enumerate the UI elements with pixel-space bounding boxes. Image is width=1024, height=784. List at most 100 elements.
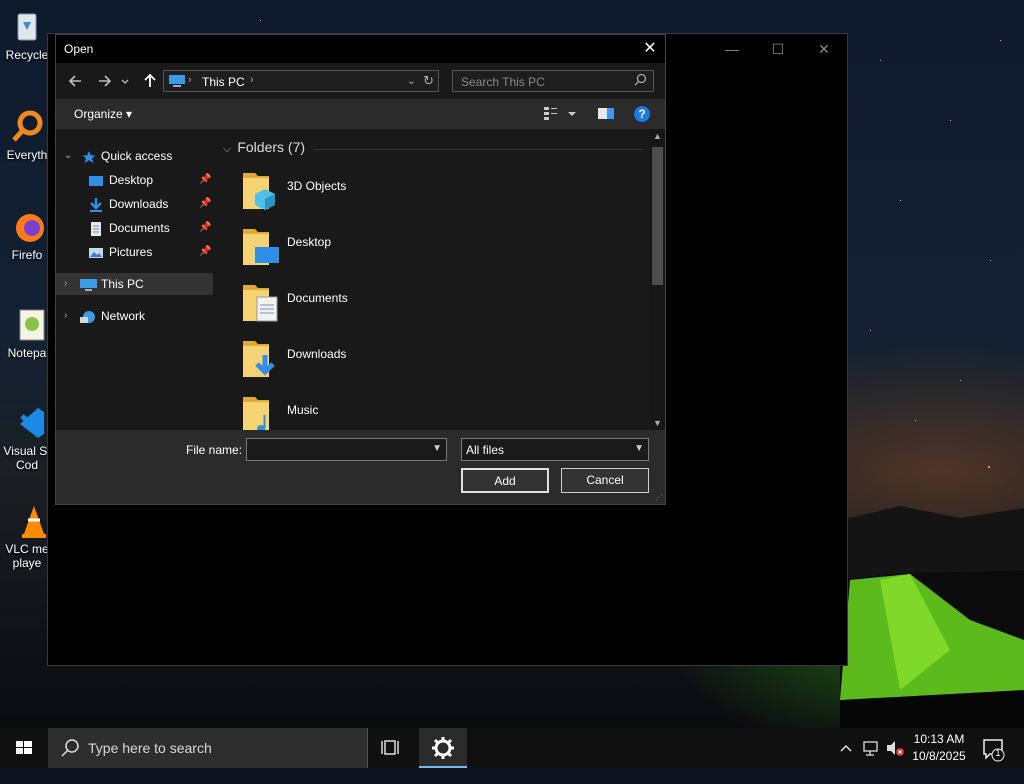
- vlc-cone-icon: [8, 502, 46, 540]
- pin-icon[interactable]: 📌: [199, 193, 211, 215]
- desktop-icon-vlc[interactable]: VLC me playe: [0, 502, 54, 570]
- download-arrow-icon: [89, 197, 103, 212]
- nav-item-pictures[interactable]: Pictures 📌: [56, 241, 213, 263]
- add-button[interactable]: Add: [461, 468, 549, 493]
- folder-label: Desktop: [287, 235, 332, 249]
- chevron-down-icon[interactable]: ▼: [432, 443, 442, 454]
- minimize-button[interactable]: —: [709, 34, 755, 64]
- help-icon[interactable]: ?: [634, 106, 650, 122]
- search-icon: [634, 73, 647, 89]
- taskbar-search-box[interactable]: Type here to search: [48, 728, 368, 768]
- nav-item-desktop[interactable]: Desktop 📌: [56, 169, 213, 191]
- search-box[interactable]: [452, 70, 654, 92]
- file-list: ⌵ Folders (7) 3D Objects Desktop Document…: [213, 129, 650, 430]
- organize-button[interactable]: Organize ▾: [74, 107, 132, 121]
- pin-icon[interactable]: 📌: [199, 241, 211, 263]
- folder-item-music[interactable]: Music: [241, 393, 621, 430]
- change-view-icon[interactable]: [542, 105, 560, 121]
- show-hidden-icons-chevron-icon[interactable]: [836, 728, 856, 768]
- taskbar: Type here to search 10:13 AM 10/8/2025 1: [0, 728, 1024, 768]
- resize-grip-icon[interactable]: ⋰: [655, 493, 663, 502]
- vertical-scrollbar[interactable]: ▲ ▼: [650, 129, 665, 430]
- collapse-chevron-icon[interactable]: ⌵: [223, 143, 231, 155]
- documents-folder-icon: [243, 285, 278, 322]
- desktop-icon-label: Everyth: [6, 148, 48, 162]
- collapsed-chevron-icon[interactable]: ›: [64, 273, 67, 295]
- scroll-up-icon[interactable]: ▲: [650, 129, 665, 143]
- desktop-icon-label: VLC me: [5, 542, 49, 556]
- file-type-select[interactable]: All files ▼: [461, 438, 649, 461]
- desktop-icon-label: Notepa: [7, 346, 47, 360]
- this-pc-icon: [169, 75, 185, 87]
- search-icon: [61, 739, 79, 757]
- dialog-close-button[interactable]: ✕: [635, 35, 665, 63]
- pin-icon[interactable]: 📌: [199, 169, 211, 191]
- folder-label: Documents: [287, 291, 348, 305]
- star-icon: [82, 149, 96, 163]
- address-dropdown-icon[interactable]: ⌄: [407, 74, 416, 87]
- nav-item-documents[interactable]: Documents 📌: [56, 217, 213, 239]
- folder-label: Downloads: [287, 347, 347, 361]
- taskbar-search-placeholder: Type here to search: [88, 740, 212, 756]
- forward-arrow-icon[interactable]: [94, 71, 114, 91]
- volume-muted-icon[interactable]: [884, 728, 906, 768]
- breadcrumb-this-pc[interactable]: This PC: [202, 75, 245, 89]
- desktop-icon-everything[interactable]: Everyth: [0, 108, 54, 162]
- folder-item-desktop[interactable]: Desktop: [241, 225, 621, 273]
- desktop-icon-label: Visual St: [3, 444, 51, 458]
- up-arrow-icon[interactable]: [140, 71, 160, 91]
- desktop-icon-label: Firefo: [11, 248, 43, 262]
- system-clock[interactable]: 10:13 AM 10/8/2025: [906, 731, 972, 765]
- open-file-dialog: Open ✕ › This PC › ⌄ ↻ Search This PC Or…: [55, 34, 666, 505]
- collapsed-chevron-icon[interactable]: ›: [64, 305, 67, 327]
- tent-landscape: [840, 506, 1024, 728]
- folder-item-documents[interactable]: Documents: [241, 281, 621, 329]
- 3d-objects-folder-icon: [243, 173, 275, 210]
- clock-time: 10:13 AM: [913, 732, 965, 746]
- refresh-icon[interactable]: ↻: [423, 73, 434, 89]
- maximize-button[interactable]: ☐: [755, 34, 801, 64]
- folder-item-downloads[interactable]: Downloads: [241, 337, 621, 385]
- scroll-down-icon[interactable]: ▼: [650, 416, 665, 430]
- address-row: › This PC › ⌄ ↻: [56, 63, 665, 99]
- network-tray-icon[interactable]: [860, 728, 882, 768]
- folder-label: Music: [287, 403, 319, 417]
- desktop-icon-firefox[interactable]: Firefo: [0, 208, 54, 262]
- view-options-chevron-icon[interactable]: [566, 105, 578, 121]
- close-button[interactable]: ✕: [801, 34, 847, 64]
- gear-icon: [432, 737, 454, 759]
- file-name-combobox[interactable]: ▼: [246, 438, 447, 461]
- nav-item-this-pc[interactable]: › This PC: [56, 273, 213, 295]
- dialog-footer: File name: ▼ All files ▼ Add Cancel ⋰: [56, 430, 665, 504]
- search-input[interactable]: [459, 73, 633, 91]
- folder-item-3d-objects[interactable]: 3D Objects: [241, 169, 621, 217]
- desktop-icon-vscode[interactable]: Visual St Cod: [0, 404, 54, 472]
- address-bar[interactable]: › This PC › ⌄ ↻: [163, 70, 439, 92]
- breadcrumb-separator-icon[interactable]: ›: [250, 74, 254, 86]
- start-button[interactable]: [0, 728, 48, 768]
- expanded-chevron-icon[interactable]: ⌄: [64, 145, 72, 167]
- dialog-titlebar[interactable]: Open ✕: [56, 35, 665, 63]
- group-header-folders[interactable]: ⌵ Folders (7): [223, 139, 305, 156]
- file-name-label: File name:: [186, 443, 243, 457]
- folder-label: 3D Objects: [287, 179, 347, 193]
- command-bar: Organize ▾ ?: [56, 99, 665, 129]
- action-center-button[interactable]: 1: [978, 728, 1010, 768]
- notepad-plus-icon: [8, 306, 46, 344]
- desktop-icon-recycle-bin[interactable]: Recycle: [0, 8, 54, 62]
- taskbar-app-settings[interactable]: [419, 728, 467, 768]
- desktop-icon-notepad[interactable]: Notepa: [0, 306, 54, 360]
- cancel-button[interactable]: Cancel: [561, 468, 649, 493]
- pin-icon[interactable]: 📌: [199, 217, 211, 239]
- notification-count: 1: [995, 748, 1001, 758]
- chevron-down-icon[interactable]: ▼: [634, 443, 644, 454]
- preview-pane-icon[interactable]: [597, 105, 615, 121]
- scrollbar-thumb[interactable]: [652, 147, 663, 285]
- nav-item-downloads[interactable]: Downloads 📌: [56, 193, 213, 215]
- task-view-button[interactable]: [372, 728, 412, 768]
- nav-item-quick-access[interactable]: ⌄ Quick access: [56, 145, 213, 167]
- music-folder-icon: [243, 397, 269, 430]
- recent-locations-chevron-icon[interactable]: [119, 71, 131, 91]
- nav-item-network[interactable]: › Network: [56, 305, 213, 327]
- back-arrow-icon[interactable]: [66, 71, 86, 91]
